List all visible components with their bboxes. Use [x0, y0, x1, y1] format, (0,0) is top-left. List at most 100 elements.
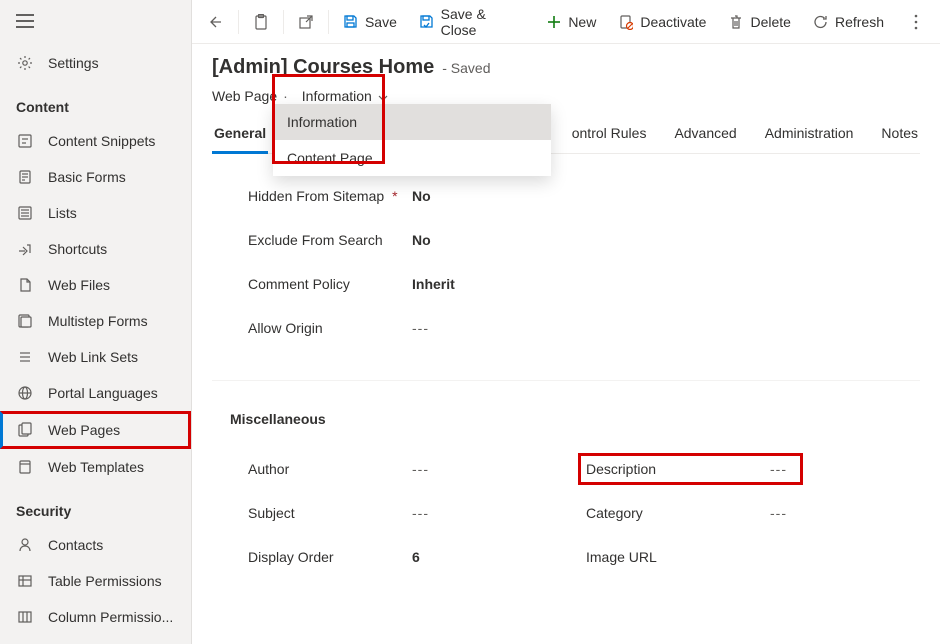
tab-general[interactable]: General [212, 115, 268, 154]
required-indicator: * [392, 188, 397, 204]
field-author[interactable]: Author --- [248, 447, 546, 491]
field-category[interactable]: Category --- [586, 491, 884, 535]
form-icon [16, 168, 34, 186]
form-dropdown: Information Content Page [273, 104, 551, 176]
sidebar-item-label: Table Permissions [48, 573, 162, 589]
field-value: --- [770, 505, 787, 521]
field-exclude-from-search[interactable]: Exclude From Search No [248, 218, 884, 262]
deactivate-button[interactable]: Deactivate [608, 8, 716, 36]
deactivate-icon [618, 14, 634, 30]
back-arrow-icon [208, 14, 224, 30]
field-label: Author [248, 461, 412, 477]
field-description[interactable]: Description --- [586, 447, 884, 491]
field-value: 6 [412, 549, 420, 565]
file-icon [16, 276, 34, 294]
save-close-label: Save & Close [441, 6, 525, 38]
open-button[interactable] [288, 8, 324, 36]
field-image-url[interactable]: Image URL [586, 535, 884, 579]
sidebar-item-settings[interactable]: Settings [0, 45, 191, 81]
refresh-label: Refresh [835, 14, 884, 30]
refresh-button[interactable]: Refresh [803, 8, 894, 36]
field-label: Description [586, 461, 750, 477]
refresh-icon [813, 14, 829, 30]
sidebar-item-shortcuts[interactable]: Shortcuts [0, 231, 191, 267]
sidebar-item-label: Web Pages [48, 422, 120, 438]
breadcrumb-dot: · [283, 88, 288, 104]
tab-notes[interactable]: Notes [879, 115, 920, 153]
dropdown-item-content-page[interactable]: Content Page [273, 140, 551, 176]
plus-icon [546, 14, 562, 30]
sidebar-item-label: Shortcuts [48, 241, 107, 257]
deactivate-label: Deactivate [640, 14, 706, 30]
separator [283, 10, 284, 34]
field-allow-origin[interactable]: Allow Origin --- [248, 306, 884, 350]
sidebar-item-label: Content Snippets [48, 133, 155, 149]
saved-status: - Saved [442, 60, 490, 76]
sidebar-item-web-files[interactable]: Web Files [0, 267, 191, 303]
sidebar-item-label: Web Link Sets [48, 349, 138, 365]
section-misc-title: Miscellaneous [212, 411, 920, 427]
open-icon [298, 14, 314, 30]
multistep-icon [16, 312, 34, 330]
tab-control-rules[interactable]: ontrol Rules [570, 115, 649, 153]
field-label: Image URL [586, 549, 750, 565]
field-display-order[interactable]: Display Order 6 [248, 535, 546, 579]
overflow-button[interactable] [898, 8, 934, 36]
gear-icon [16, 54, 34, 72]
table-perm-icon [16, 572, 34, 590]
tab-advanced[interactable]: Advanced [672, 115, 738, 153]
dropdown-item-information[interactable]: Information [273, 104, 551, 140]
section-header-content: Content [0, 81, 191, 123]
sidebar-item-label: Web Templates [48, 459, 144, 475]
back-button[interactable] [198, 8, 234, 36]
field-value: --- [412, 461, 429, 477]
save-close-icon [419, 14, 435, 30]
form-body: Hidden From Sitemap* No Exclude From Sea… [212, 154, 920, 350]
save-icon [343, 14, 359, 30]
field-value: No [412, 232, 431, 248]
sidebar-item-table-permissions[interactable]: Table Permissions [0, 563, 191, 599]
sidebar-item-label: Lists [48, 205, 77, 221]
field-subject[interactable]: Subject --- [248, 491, 546, 535]
sidebar-item-web-templates[interactable]: Web Templates [0, 449, 191, 485]
delete-button[interactable]: Delete [718, 8, 800, 36]
toolbar: Save Save & Close New Deactivate Delete … [192, 0, 940, 44]
section-header-security: Security [0, 485, 191, 527]
save-label: Save [365, 14, 397, 30]
clipboard-icon [253, 14, 269, 30]
sidebar-item-content-snippets[interactable]: Content Snippets [0, 123, 191, 159]
sidebar-item-lists[interactable]: Lists [0, 195, 191, 231]
clipboard-button[interactable] [243, 8, 279, 36]
sidebar-item-basic-forms[interactable]: Basic Forms [0, 159, 191, 195]
sidebar-item-web-pages[interactable]: Web Pages [0, 411, 191, 449]
page-title: [Admin] Courses Home [212, 56, 434, 79]
save-close-button[interactable]: Save & Close [409, 0, 534, 44]
sidebar-item-label: Portal Languages [48, 385, 158, 401]
sidebar-item-label: Settings [48, 55, 99, 71]
shortcut-icon [16, 240, 34, 258]
field-value: --- [412, 320, 429, 336]
save-button[interactable]: Save [333, 8, 407, 36]
sidebar-item-contacts[interactable]: Contacts [0, 527, 191, 563]
sidebar-item-portal-languages[interactable]: Portal Languages [0, 375, 191, 411]
field-label: Allow Origin [248, 320, 412, 336]
sidebar-item-column-permissions[interactable]: Column Permissio... [0, 599, 191, 635]
field-value: --- [770, 461, 787, 477]
more-vertical-icon [908, 14, 924, 30]
main: Save Save & Close New Deactivate Delete … [192, 0, 940, 644]
field-hidden-from-sitemap[interactable]: Hidden From Sitemap* No [248, 174, 884, 218]
field-value: Inherit [412, 276, 455, 292]
content-area: [Admin] Courses Home - Saved Web Page · … [192, 44, 940, 644]
hamburger-button[interactable] [0, 0, 191, 45]
column-perm-icon [16, 608, 34, 626]
new-button[interactable]: New [536, 8, 606, 36]
field-label: Exclude From Search [248, 232, 412, 248]
tab-administration[interactable]: Administration [763, 115, 856, 153]
trash-icon [728, 14, 744, 30]
globe-icon [16, 384, 34, 402]
entity-label: Web Page [212, 88, 277, 104]
separator [328, 10, 329, 34]
field-comment-policy[interactable]: Comment Policy Inherit [248, 262, 884, 306]
sidebar-item-web-link-sets[interactable]: Web Link Sets [0, 339, 191, 375]
sidebar-item-multistep-forms[interactable]: Multistep Forms [0, 303, 191, 339]
